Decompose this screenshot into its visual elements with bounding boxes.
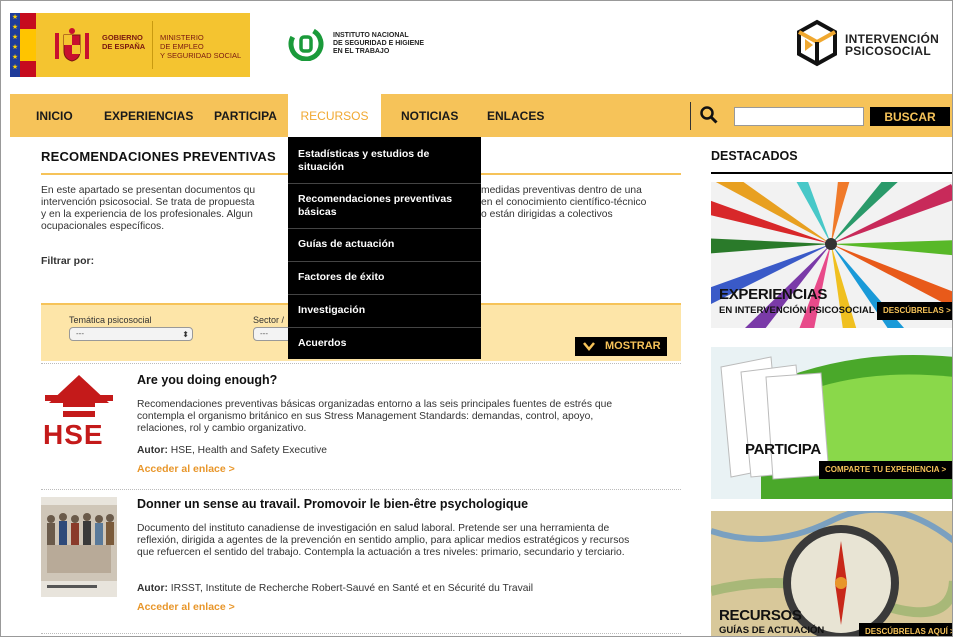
menu-divider [288, 183, 481, 184]
site-name[interactable]: INTERVENCIÓN PSICOSOCIAL [845, 33, 939, 57]
intro-line-2-end: en el conocimiento científico-técnico [481, 197, 647, 208]
tile-title: RECURSOS [719, 607, 802, 624]
divider [41, 363, 681, 364]
discover-here-button[interactable]: DESCÚBRELAS AQUÍ > [859, 623, 952, 636]
search-input[interactable] [734, 107, 864, 126]
tile-title: EXPERIENCIAS [719, 286, 828, 303]
item-title[interactable]: Are you doing enough? [137, 373, 277, 387]
filter-label: Filtrar por: [41, 255, 95, 267]
tile-subtitle: GUÍAS DE ACTUACIÓN [719, 625, 825, 636]
author-label: Autor: [137, 583, 168, 594]
filter-tematica-select[interactable]: --- ⬍ [69, 327, 193, 341]
intro-line-3: y en la experiencia de los profesionales… [41, 209, 253, 220]
ministry-line-3: Y SEGURIDAD SOCIAL [160, 51, 242, 60]
menu-item-guias[interactable]: Guías de actuación [288, 229, 481, 260]
nav-item-experiencias[interactable]: EXPERIENCIAS [104, 94, 193, 137]
ministry-line-1: MINISTERIO [160, 33, 204, 42]
list-item: HSE Are you doing enough? Recomendacione… [41, 373, 681, 477]
insht-name[interactable]: INSTITUTO NACIONAL DE SEGURIDAD E HIGIEN… [333, 32, 424, 56]
show-button[interactable]: MOSTRAR [575, 337, 667, 356]
document-cover-image[interactable] [41, 497, 117, 597]
coat-of-arms-icon [55, 28, 89, 62]
tile-experiencias[interactable]: EXPERIENCIAS EN INTERVENCIÓN PSICOSOCIAL… [711, 182, 952, 328]
item-author: Autor: HSE, Health and Safety Executive [137, 445, 327, 456]
item-author: Autor: IRSST, Institute de Recherche Rob… [137, 583, 533, 594]
nav-divider [690, 102, 691, 130]
intro-line-2: intervención psicosocial. Se trata de pr… [41, 197, 255, 208]
author-label: Autor: [137, 445, 168, 456]
site-line-2: PSICOSOCIAL [845, 44, 931, 58]
intro-line-3-end: o están dirigidas a colectivos [481, 209, 613, 220]
filter-sector-label: Sector / [253, 315, 285, 325]
search-icon[interactable] [700, 106, 718, 124]
hse-logo[interactable]: HSE [41, 373, 117, 469]
menu-item-investigacion[interactable]: Investigación [288, 295, 481, 326]
page: ★ ★ ★ ★ ★ ★ GOBIERNO DE ESPAÑA MINISTERIO DE … [0, 0, 953, 637]
nav-item-noticias[interactable]: NOTICIAS [401, 94, 458, 137]
item-description: Recomendaciones preventivas básicas orga… [137, 399, 613, 434]
discover-button[interactable]: DESCÚBRELAS > [877, 302, 952, 320]
eu-flag-icon: ★ ★ ★ ★ ★ ★ [10, 13, 20, 77]
recursos-dropdown-menu: Estadísticas y estudios de situación Rec… [288, 137, 481, 359]
menu-item-acuerdos[interactable]: Acuerdos [288, 328, 481, 359]
filter-sector-value: --- [260, 329, 268, 338]
ministry-text: MINISTERIO DE EMPLEO Y SEGURIDAD SOCIAL [160, 33, 241, 60]
select-arrows-icon: ⬍ [182, 330, 189, 339]
intro-line-1-end: medidas preventivas dentro de una [481, 185, 642, 196]
search-button[interactable]: BUSCAR [870, 107, 950, 126]
divider [41, 633, 681, 634]
menu-item-recomendaciones[interactable]: Recomendaciones preventivas básicas [288, 185, 481, 227]
menu-item-factores[interactable]: Factores de éxito [288, 262, 481, 293]
site-header: ★ ★ ★ ★ ★ ★ GOBIERNO DE ESPAÑA MINISTERIO DE … [1, 1, 952, 93]
main-nav: INICIO EXPERIENCIAS PARTICIPA RECURSOS N… [10, 94, 952, 137]
sidebar-divider [711, 172, 952, 174]
sidebar-title: DESTACADOS [711, 149, 798, 163]
filter-tematica-value: --- [76, 329, 84, 338]
insht-line-3: EN EL TRABAJO [333, 48, 390, 55]
tile-recursos[interactable]: RECURSOS GUÍAS DE ACTUACIÓN DESCÚBRELAS … [711, 511, 952, 636]
sidebar: DESTACADOS EXPERIENCIAS EN INTERVENCIÓN … [711, 137, 952, 636]
hse-text: HSE [43, 419, 104, 450]
intro-line-1: En este apartado se presentan documentos… [41, 185, 256, 196]
tile-subtitle: EN INTERVENCIÓN PSICOSOCIAL [719, 305, 875, 316]
tile-participa[interactable]: PARTICIPA COMPARTE TU EXPERIENCIA > [711, 347, 952, 499]
menu-item-estadisticas[interactable]: Estadísticas y estudios de situación [288, 141, 481, 181]
share-experience-button[interactable]: COMPARTE TU EXPERIENCIA > [819, 461, 952, 479]
government-logo[interactable]: ★ ★ ★ ★ ★ ★ GOBIERNO DE ESPAÑA MINISTERIO DE … [10, 13, 250, 77]
intervencion-psicosocial-logo-icon[interactable] [795, 19, 839, 67]
list-item: Donner un sense au travail. Promovoir le… [41, 497, 681, 627]
author-name: IRSST, Institute de Recherche Robert-Sau… [170, 583, 534, 594]
government-text: GOBIERNO DE ESPAÑA [102, 33, 145, 51]
insht-line-1: INSTITUTO NACIONAL [333, 32, 409, 39]
nav-item-enlaces[interactable]: ENLACES [487, 94, 544, 137]
author-name: HSE, Health and Safety Executive [170, 445, 328, 456]
item-description: Documento del instituto canadiense de in… [137, 523, 630, 558]
gov-line-1: GOBIERNO [102, 33, 143, 42]
page-title: RECOMENDACIONES PREVENTIVAS [41, 149, 276, 164]
ministry-line-2: DE EMPLEO [160, 42, 204, 51]
gov-line-2: DE ESPAÑA [102, 42, 146, 51]
divider [152, 21, 153, 69]
divider [41, 489, 681, 490]
insht-line-2: DE SEGURIDAD E HIGIENE [333, 40, 425, 47]
chevron-down-icon [583, 342, 595, 351]
show-button-label: MOSTRAR [605, 340, 661, 352]
access-link[interactable]: Acceder al enlace > [137, 601, 235, 613]
tile-title: PARTICIPA [745, 441, 821, 458]
nav-item-recursos[interactable]: RECURSOS [288, 94, 381, 137]
insht-logo-icon[interactable] [288, 27, 324, 61]
nav-item-inicio[interactable]: INICIO [36, 94, 73, 137]
access-link[interactable]: Acceder al enlace > [137, 463, 235, 475]
item-title[interactable]: Donner un sense au travail. Promovoir le… [137, 497, 528, 511]
nav-item-participa[interactable]: PARTICIPA [214, 94, 277, 137]
intro-line-4: ocupacionales específicos. [41, 221, 165, 232]
filter-tematica-label: Temática psicosocial [69, 315, 152, 325]
filter-sector-select[interactable]: --- [253, 327, 293, 341]
